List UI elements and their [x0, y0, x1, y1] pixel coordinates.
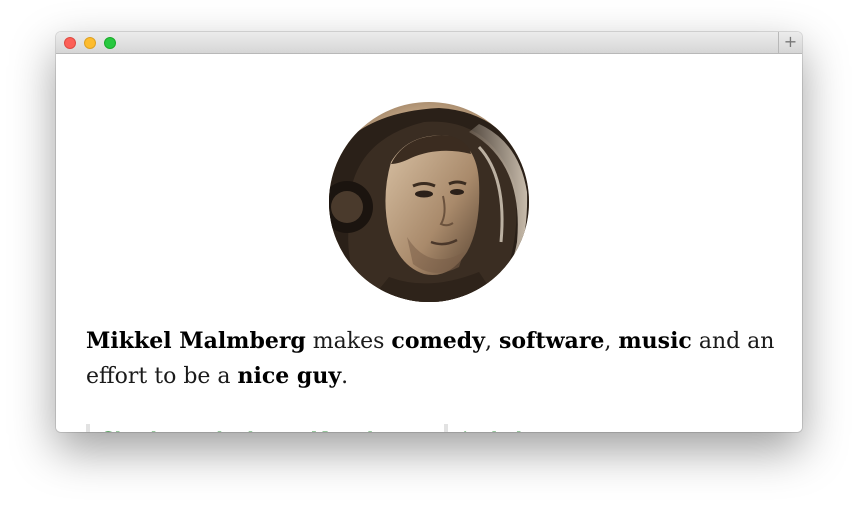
- bio-keyword-nice-guy: nice guy: [237, 363, 342, 389]
- and-also-link[interactable]: And also...: [444, 424, 564, 432]
- bio-keyword-music: music: [618, 328, 692, 354]
- close-window-button[interactable]: [64, 37, 76, 49]
- links-row: Check out the latest Newsletter And also…: [86, 424, 776, 432]
- bio-keyword-comedy: comedy: [391, 328, 485, 354]
- zoom-window-button[interactable]: [104, 37, 116, 49]
- page-content: Mikkel Malmberg makes comedy, software, …: [56, 54, 802, 432]
- title-bar: +: [56, 32, 802, 54]
- minimize-window-button[interactable]: [84, 37, 96, 49]
- avatar: [329, 102, 529, 302]
- newsletter-link[interactable]: Check out the latest Newsletter: [86, 424, 423, 432]
- bio-text-part: ,: [604, 329, 619, 354]
- bio-text-part: makes: [305, 329, 392, 354]
- bio-text-part: ,: [484, 329, 499, 354]
- new-tab-button[interactable]: +: [778, 32, 802, 54]
- browser-window: + Mikkel Malmberg makes comedy, software…: [56, 32, 802, 432]
- bio-text-part: .: [341, 364, 349, 389]
- bio-text: Mikkel Malmberg makes comedy, software, …: [86, 324, 776, 394]
- bio-name: Mikkel Malmberg: [86, 328, 306, 354]
- bio-keyword-software: software: [498, 328, 605, 354]
- astronaut-portrait-photo: [329, 102, 529, 302]
